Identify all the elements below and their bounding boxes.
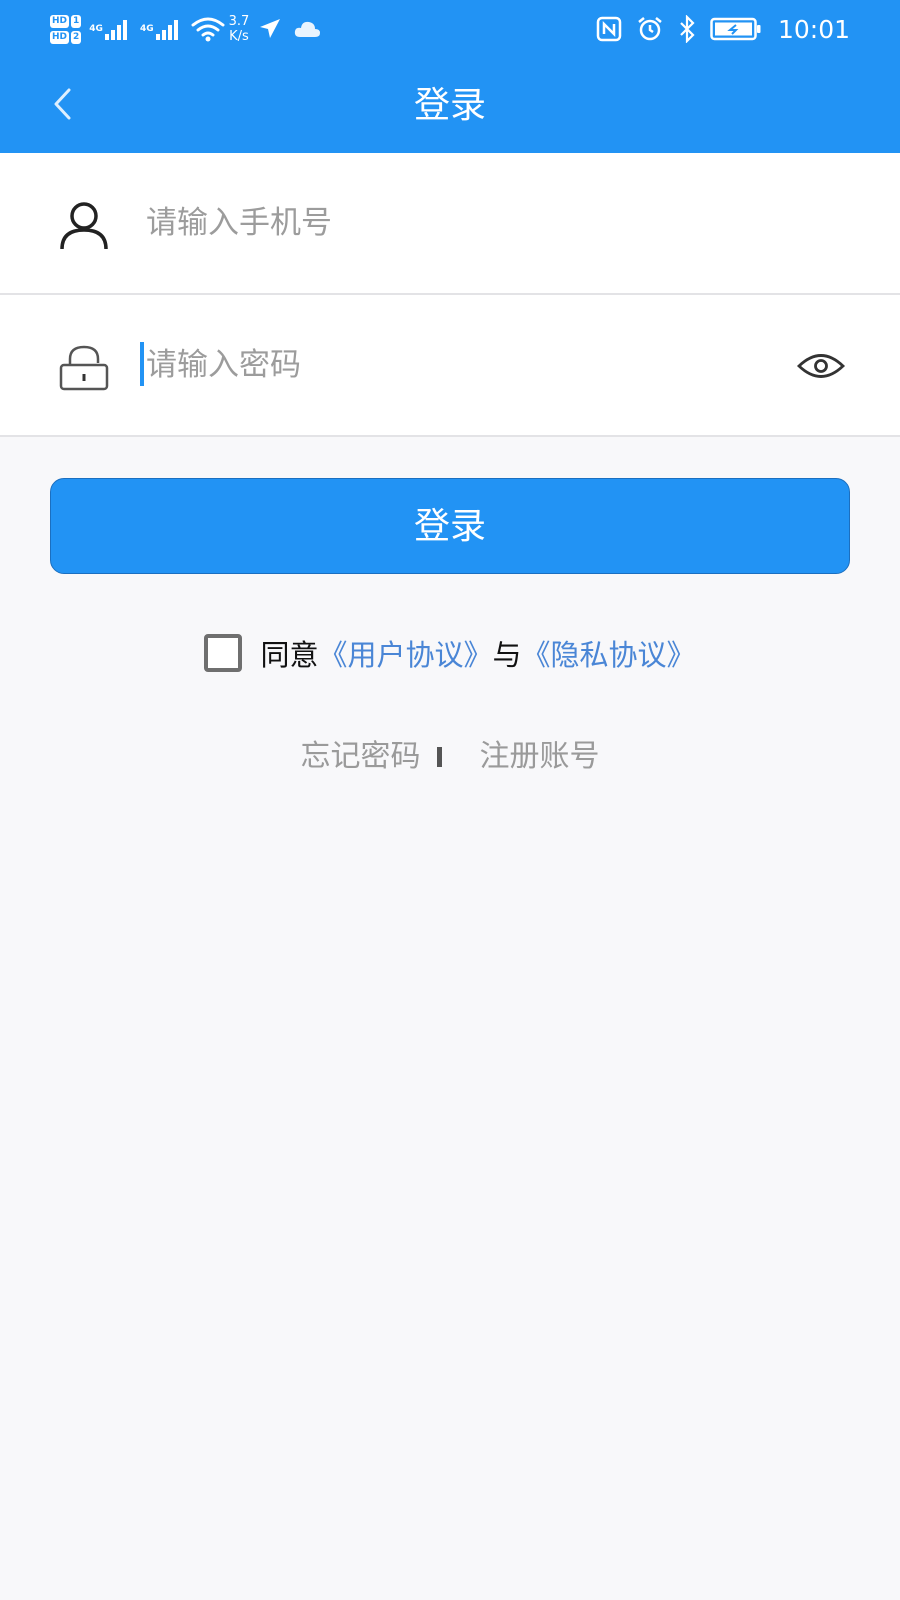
password-visibility-toggle[interactable] [794,339,848,393]
phone-field-row [0,153,900,295]
bottom-links: 忘记密码 注册账号 [0,727,900,779]
network-speed: 3.7 K/s [229,14,250,44]
agreement-row: 同意 《用户协议》 与 《隐私协议》 [0,625,900,681]
eye-icon [796,354,846,378]
lock-icon [52,335,116,399]
links-divider [436,747,442,767]
nav-bar: 登录 [0,56,900,153]
status-bar-right: 10:01 [596,8,850,50]
register-link[interactable]: 注册账号 [480,731,600,775]
forgot-password-link[interactable]: 忘记密码 [301,731,421,775]
cloud-icon [295,21,321,37]
hd-badge-1: HD 1 [50,14,82,28]
battery-icon [710,17,761,41]
hd-label: HD [50,30,70,44]
status-bar: HD 1 HD 2 4G 4G 3.7 K/s 10:01 [0,0,900,56]
clock: 10:01 [777,14,850,44]
privacy-agreement-link[interactable]: 《隐私协议》 [522,632,696,674]
hd-label: HD [50,14,70,28]
phone-input[interactable] [140,188,766,258]
speed-unit: K/s [229,29,249,44]
password-field-row [0,295,900,437]
password-input[interactable] [140,330,766,400]
hd-number: 1 [71,14,82,28]
user-icon [52,193,116,257]
bluetooth-icon [680,15,695,43]
alarm-icon [638,17,662,41]
status-bar-left: HD 1 HD 2 4G 4G 3.7 K/s [50,8,321,50]
hd-indicators: HD 1 HD 2 [50,14,82,44]
network-type: 4G [89,24,103,34]
page-title: 登录 [413,85,486,126]
login-button[interactable]: 登录 [50,478,850,574]
airplane-icon [260,19,281,38]
signal-icon [155,20,178,40]
user-agreement-link[interactable]: 《用户协议》 [318,632,492,674]
agreement-conjunction: 与 [492,638,522,672]
agreement-checkbox[interactable] [204,634,243,672]
app-header: HD 1 HD 2 4G 4G 3.7 K/s 10:01 登录 [0,0,900,153]
nfc-icon [596,16,622,42]
speed-value: 3.7 [228,14,250,29]
network-1: 4G [89,18,130,40]
signal-icon [104,20,127,40]
agreement-prefix: 同意 [260,638,319,672]
network-type: 4G [139,24,154,34]
wifi-icon [191,17,225,42]
network-2: 4G [140,18,181,40]
hd-number: 2 [71,30,82,44]
hd-badge-2: HD 2 [50,30,82,44]
